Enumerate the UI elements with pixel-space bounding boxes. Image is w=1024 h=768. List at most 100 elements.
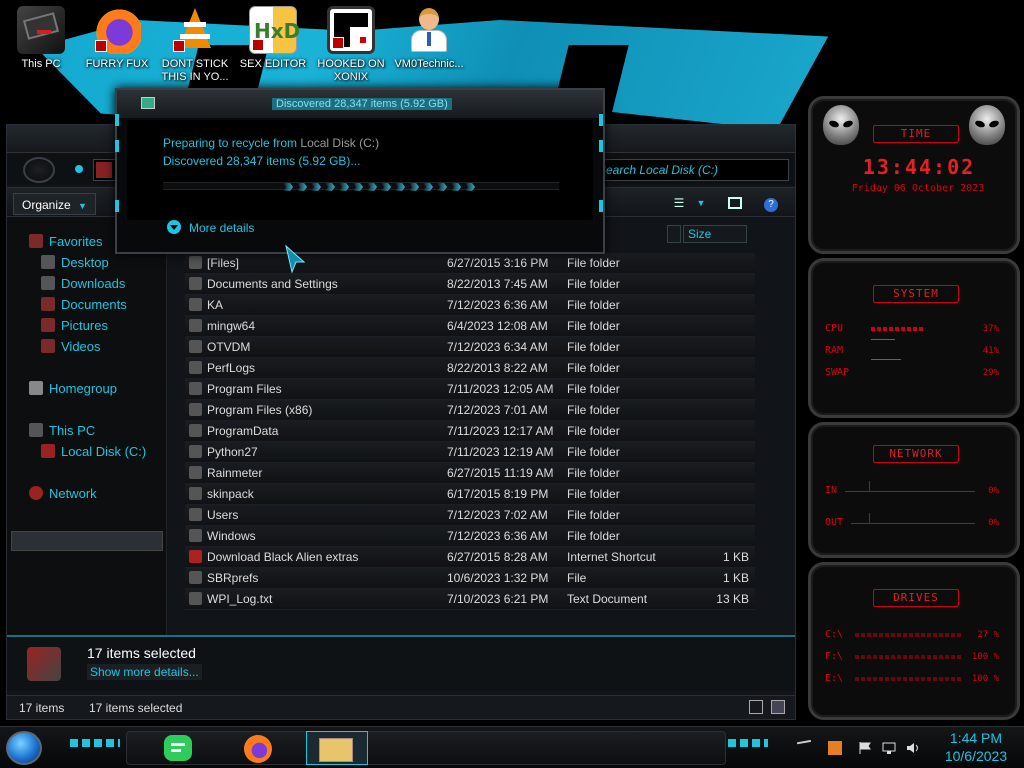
file-row[interactable]: Documents and Settings 8/22/2013 7:45 AM F… bbox=[185, 274, 755, 295]
file-row[interactable]: Users 7/12/2023 7:02 AM File folder bbox=[185, 505, 755, 526]
large-icons-view-button[interactable] bbox=[771, 700, 785, 714]
xonix-game-icon bbox=[327, 6, 375, 54]
network-gadget: NETWORK IN 0% OUT 0% bbox=[808, 422, 1020, 558]
file-row[interactable]: ProgramData 7/11/2023 12:17 AM File folder bbox=[185, 421, 755, 442]
folder-icon bbox=[189, 361, 202, 374]
file-type: File folder bbox=[567, 361, 620, 375]
expand-arrow-icon[interactable] bbox=[167, 220, 181, 234]
desktop-icon-sex-editor[interactable]: HxD SEX EDITOR bbox=[234, 6, 312, 71]
folder-icon bbox=[189, 319, 202, 332]
file-date-modified: 7/11/2023 12:19 AM bbox=[447, 445, 554, 459]
file-row[interactable]: mingw64 6/4/2023 12:08 AM File folder bbox=[185, 316, 755, 337]
column-header-size[interactable]: Size bbox=[683, 225, 747, 243]
nav-item-this-pc[interactable]: This PC bbox=[29, 422, 95, 440]
file-row[interactable]: Program Files 7/11/2023 12:05 AM File fold… bbox=[185, 379, 755, 400]
file-row[interactable]: Python27 7/11/2023 12:19 AM File folder bbox=[185, 442, 755, 463]
folder-icon bbox=[189, 382, 202, 395]
volume-icon[interactable] bbox=[906, 741, 920, 755]
nav-item-local-disk[interactable]: Local Disk (C:) bbox=[41, 443, 146, 461]
file-type: File folder bbox=[567, 445, 620, 459]
drive-e-value: 100 % bbox=[971, 674, 999, 684]
file-icon bbox=[189, 550, 202, 563]
file-date-modified: 6/27/2015 8:28 AM bbox=[447, 550, 548, 564]
start-button[interactable] bbox=[6, 731, 42, 765]
desktop-icon-vlc[interactable]: DONT STICK THIS IN YO... bbox=[156, 6, 234, 84]
taskbar-app-green[interactable] bbox=[158, 731, 200, 765]
show-hidden-icons[interactable] bbox=[796, 739, 814, 757]
network-icon[interactable] bbox=[882, 741, 896, 755]
more-details-button[interactable]: More details bbox=[189, 221, 254, 235]
taskbar-app-tray bbox=[126, 731, 726, 765]
folder-icon bbox=[189, 340, 202, 353]
file-row[interactable]: PerfLogs 8/22/2013 8:22 AM File folder bbox=[185, 358, 755, 379]
desktop-icon-xonix[interactable]: HOOKED ON XONIX bbox=[312, 6, 390, 84]
progress-chevron bbox=[339, 183, 349, 191]
ram-value: 41% bbox=[982, 346, 999, 356]
technician-icon bbox=[405, 6, 453, 54]
clock-date[interactable]: 10/6/2023 bbox=[936, 747, 1016, 765]
back-button[interactable] bbox=[23, 157, 55, 183]
downloads-icon bbox=[41, 276, 55, 290]
file-row[interactable]: WPI_Log.txt 7/10/2023 6:21 PM Text Documen… bbox=[185, 589, 755, 610]
file-row[interactable]: skinpack 6/17/2015 8:19 PM File folder bbox=[185, 484, 755, 505]
gadget-title-network: NETWORK bbox=[873, 445, 959, 463]
nav-item-pictures[interactable]: Pictures bbox=[41, 317, 108, 335]
nav-item-videos[interactable]: Videos bbox=[41, 338, 101, 356]
file-row[interactable]: KA 7/12/2023 6:36 AM File folder bbox=[185, 295, 755, 316]
nav-item-desktop[interactable]: Desktop bbox=[41, 254, 109, 272]
gadget-title-time: TIME bbox=[873, 125, 959, 143]
file-name: PerfLogs bbox=[207, 361, 256, 375]
file-row[interactable]: Rainmeter 6/27/2015 11:19 AM File folder bbox=[185, 463, 755, 484]
file-row[interactable]: OTVDM 7/12/2023 6:34 AM File folder bbox=[185, 337, 755, 358]
file-row[interactable]: Program Files (x86) 7/12/2023 7:01 AM File… bbox=[185, 400, 755, 421]
clock-time[interactable]: 1:44 PM bbox=[936, 729, 1016, 747]
net-in-label: IN bbox=[825, 485, 838, 496]
notes-app-icon bbox=[164, 735, 192, 761]
help-button[interactable]: ? bbox=[759, 192, 783, 214]
operation-description: Preparing to recycle from Local Disk (C:… bbox=[163, 136, 380, 150]
nav-item-documents[interactable]: Documents bbox=[41, 296, 127, 314]
nav-item-network[interactable]: Network bbox=[29, 485, 97, 503]
taskbar-app-explorer[interactable] bbox=[306, 731, 368, 765]
search-input[interactable]: Search Local Disk (C:) bbox=[589, 159, 789, 181]
file-row[interactable]: SBRprefs 10/6/2023 1:32 PM File 1 KB bbox=[185, 568, 755, 589]
discovered-items-text: Discovered 28,347 items (5.92 GB)... bbox=[163, 154, 361, 168]
ram-label: RAM bbox=[825, 345, 844, 356]
file-row[interactable]: [Files] 6/27/2015 3:16 PM File folder bbox=[185, 253, 755, 274]
nav-item-downloads[interactable]: Downloads bbox=[41, 275, 125, 293]
file-row[interactable]: Windows 7/12/2023 6:36 AM File folder bbox=[185, 526, 755, 547]
file-name: Download Black Alien extras bbox=[207, 550, 359, 564]
organize-button[interactable]: Organize ▼ bbox=[13, 193, 96, 215]
chevron-down-icon: ▼ bbox=[78, 201, 87, 211]
file-date-modified: 8/22/2013 7:45 AM bbox=[447, 277, 548, 291]
nav-item-favorites[interactable]: Favorites bbox=[29, 233, 102, 251]
dialog-title: Discovered 28,347 items (5.92 GB) bbox=[272, 98, 452, 110]
file-name: Program Files bbox=[207, 382, 282, 396]
progress-chevron bbox=[381, 183, 391, 191]
view-options-button[interactable]: ☰ bbox=[667, 192, 691, 214]
desktop-icon-furry-fux[interactable]: FURRY FUX bbox=[78, 6, 156, 71]
file-date-modified: 10/6/2023 1:32 PM bbox=[447, 571, 549, 585]
details-view-button[interactable] bbox=[749, 700, 763, 714]
preview-pane-button[interactable] bbox=[723, 192, 747, 214]
file-name: mingw64 bbox=[207, 319, 256, 333]
taskbar-app-firefox[interactable] bbox=[238, 731, 280, 765]
column-header-type-edge[interactable] bbox=[667, 225, 681, 243]
file-type: File folder bbox=[567, 319, 620, 333]
flag-icon[interactable] bbox=[858, 741, 872, 755]
desktop-icon-vm0[interactable]: VM0Technic... bbox=[390, 6, 468, 71]
view-dropdown-button[interactable]: ▼ bbox=[689, 192, 713, 214]
nav-item-homegroup[interactable]: Homegroup bbox=[29, 380, 117, 398]
show-more-details-link[interactable]: Show more details... bbox=[87, 664, 202, 680]
file-type: File folder bbox=[567, 277, 620, 291]
pictures-icon bbox=[41, 318, 55, 332]
file-row[interactable]: Download Black Alien extras 6/27/2015 8:2… bbox=[185, 547, 755, 568]
forward-button[interactable] bbox=[75, 165, 83, 173]
tray-app-icon[interactable] bbox=[828, 741, 842, 755]
folder-icon bbox=[319, 738, 353, 762]
selection-count: 17 items selected bbox=[87, 645, 196, 661]
desktop-icon-this-pc[interactable]: This PC bbox=[2, 6, 80, 71]
videos-icon bbox=[41, 339, 55, 353]
dialog-titlebar[interactable]: Discovered 28,347 items (5.92 GB) bbox=[117, 90, 603, 118]
file-name: Documents and Settings bbox=[207, 277, 338, 291]
